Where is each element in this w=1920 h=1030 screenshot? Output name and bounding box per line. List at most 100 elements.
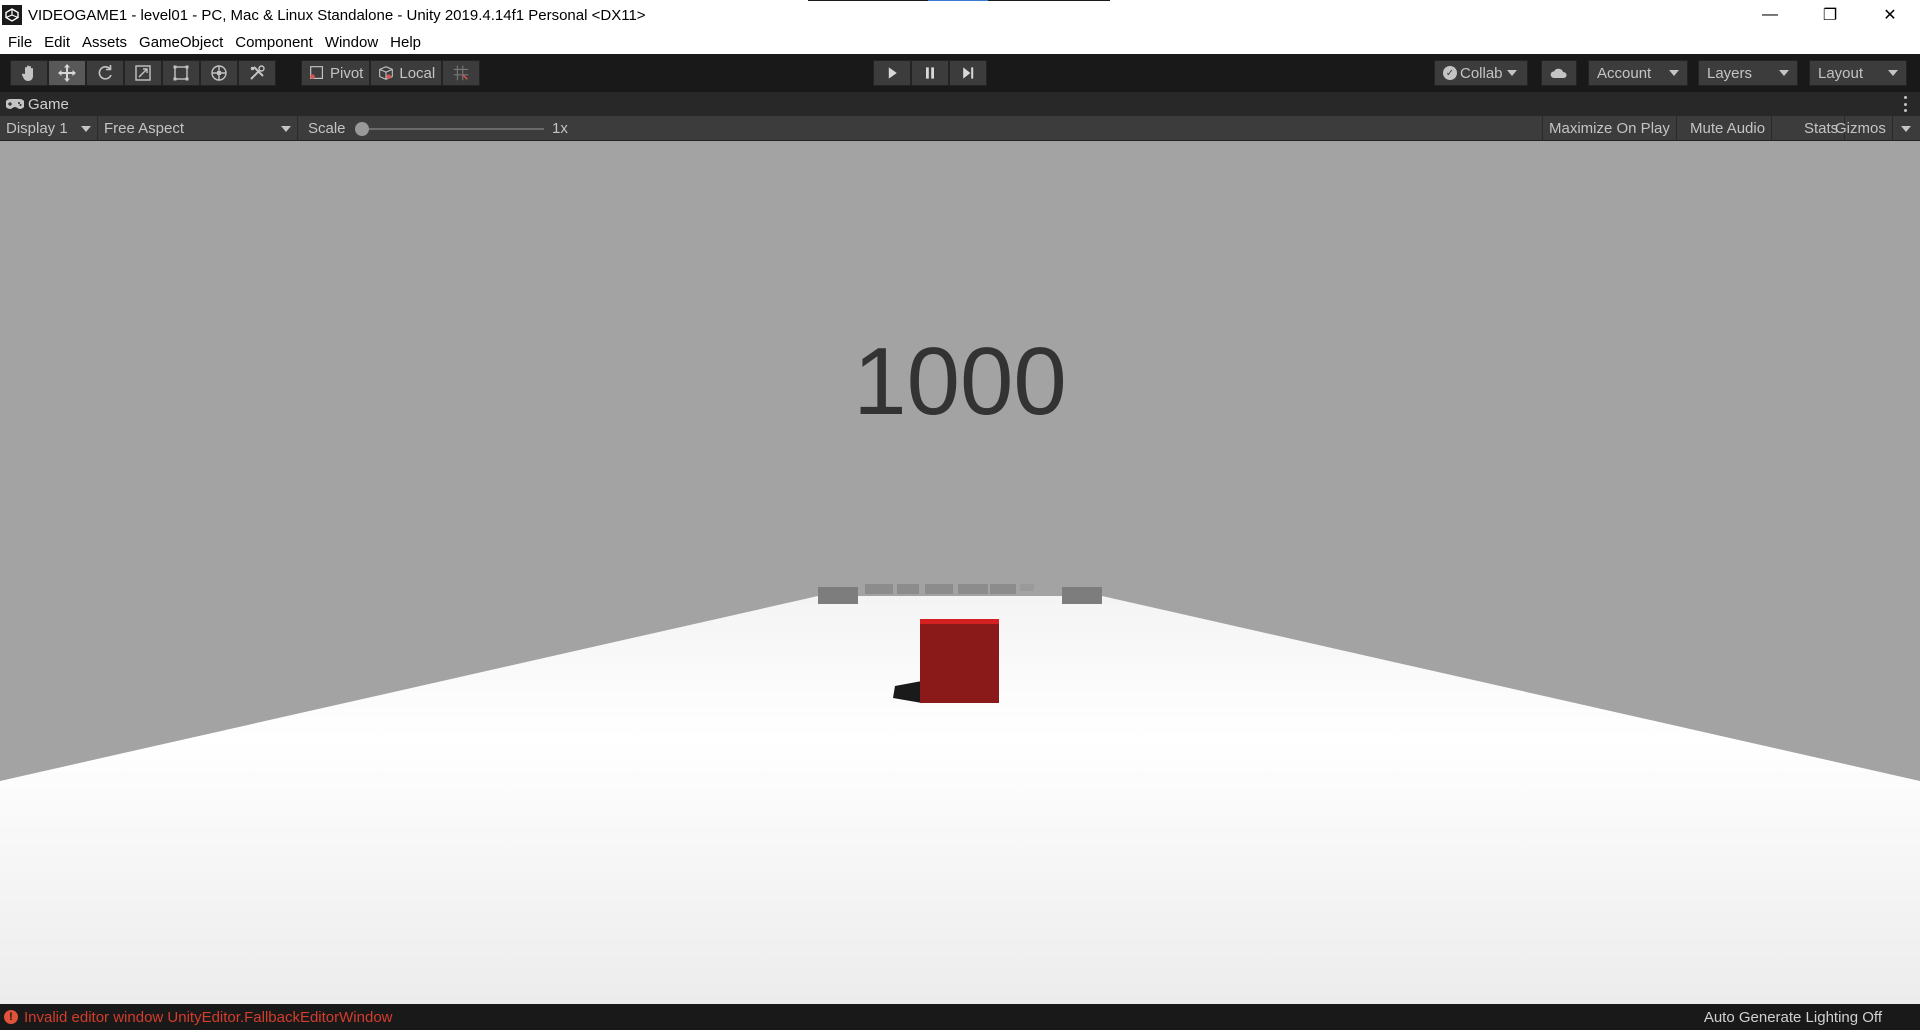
chevron-down-icon — [1669, 70, 1679, 76]
grid-snap-toggle[interactable] — [442, 60, 481, 86]
layout-label: Layout — [1818, 64, 1864, 82]
obstacle-far-1 — [865, 584, 893, 594]
pivot-label: Pivot — [330, 64, 364, 82]
restore-button[interactable]: ❐ — [1800, 0, 1860, 30]
layers-dropdown[interactable]: Layers — [1698, 60, 1798, 86]
player-cube — [920, 619, 999, 703]
chevron-down-icon — [1888, 70, 1898, 76]
step-icon — [963, 67, 974, 79]
aspect-label: Free Aspect — [104, 120, 185, 137]
gizmos-dropdown[interactable] — [1892, 116, 1920, 141]
aspect-dropdown[interactable]: Free Aspect — [98, 116, 298, 141]
scale-value: 1x — [552, 120, 568, 137]
game-tab-bar: Game — [0, 92, 1920, 116]
restore-icon: ❐ — [1822, 7, 1838, 24]
menu-window[interactable]: Window — [319, 34, 384, 51]
layout-dropdown[interactable]: Layout — [1809, 60, 1907, 86]
display-dropdown[interactable]: Display 1 — [0, 116, 98, 141]
menu-bar: File Edit Assets GameObject Component Wi… — [0, 30, 1920, 54]
rect-tool-button[interactable] — [162, 60, 200, 86]
scale-slider-track[interactable] — [360, 128, 544, 130]
gizmos-toggle[interactable]: Gizmos — [1829, 116, 1892, 141]
minimize-button[interactable]: — — [1740, 0, 1800, 30]
title-bar: VIDEOGAME1 - level01 - PC, Mac & Linux S… — [0, 0, 1920, 30]
title-progress-line — [808, 0, 1110, 1]
game-viewport[interactable]: 1000 — [0, 141, 1920, 1004]
move-tool-button[interactable] — [48, 60, 86, 86]
obstacle-far-3 — [925, 584, 953, 594]
unity-logo-icon — [2, 5, 22, 25]
account-dropdown[interactable]: Account — [1588, 60, 1688, 86]
score-text: 1000 — [853, 328, 1067, 435]
collab-check-icon: ✓ — [1443, 66, 1457, 80]
close-icon: ✕ — [1883, 7, 1897, 24]
scale-tool-icon — [135, 65, 151, 81]
lighting-status: Auto Generate Lighting Off — [1703, 1008, 1882, 1026]
pivot-icon — [310, 66, 323, 79]
window-title: VIDEOGAME1 - level01 - PC, Mac & Linux S… — [28, 6, 646, 24]
display-label: Display 1 — [6, 120, 68, 137]
chevron-down-icon — [1506, 70, 1517, 76]
game-scene — [0, 584, 1920, 1004]
transform-tool-button[interactable] — [200, 60, 238, 86]
scale-slider-thumb[interactable] — [355, 122, 369, 136]
obstacle-far-5 — [990, 584, 1016, 594]
account-label: Account — [1597, 64, 1652, 82]
cloud-icon — [1550, 68, 1567, 78]
cloud-button[interactable] — [1541, 60, 1577, 86]
collab-dropdown[interactable]: ✓ Collab — [1434, 60, 1528, 86]
scale-tool-button[interactable] — [124, 60, 162, 86]
close-button[interactable]: ✕ — [1860, 0, 1920, 30]
menu-gameobject[interactable]: GameObject — [133, 34, 229, 51]
chevron-down-icon — [281, 125, 291, 132]
pause-icon — [926, 67, 934, 79]
menu-edit[interactable]: Edit — [38, 34, 76, 51]
tab-game-label: Game — [28, 95, 69, 113]
minimize-icon: — — [1762, 6, 1778, 23]
menu-assets[interactable]: Assets — [76, 34, 133, 51]
rotate-tool-button[interactable] — [86, 60, 124, 86]
mute-audio-label: Mute Audio — [1690, 120, 1766, 137]
step-button[interactable] — [949, 60, 987, 86]
hand-tool-icon — [21, 65, 33, 81]
obstacle-far-6 — [1020, 584, 1034, 591]
rect-tool-icon — [173, 65, 189, 81]
maximize-on-play-label: Maximize On Play — [1549, 120, 1670, 137]
chevron-down-icon — [1779, 70, 1789, 76]
move-tool-icon — [58, 64, 76, 82]
play-button[interactable] — [873, 60, 911, 86]
playback-controls — [873, 60, 987, 86]
custom-tool-icon — [250, 65, 265, 80]
mute-audio-toggle[interactable]: Mute Audio — [1684, 116, 1773, 141]
menu-file[interactable]: File — [2, 34, 38, 51]
obstacle-left — [818, 587, 858, 604]
transform-tools — [10, 60, 276, 86]
layers-label: Layers — [1707, 64, 1753, 82]
rotate-tool-icon — [98, 65, 112, 80]
tab-game[interactable]: Game — [6, 92, 69, 116]
gamepad-icon — [6, 99, 24, 109]
chevron-down-icon — [81, 125, 91, 132]
kebab-menu-icon[interactable] — [1904, 96, 1908, 112]
pause-button[interactable] — [911, 60, 949, 86]
chevron-down-icon — [1901, 125, 1911, 132]
local-toggle[interactable]: Local — [370, 60, 443, 86]
main-toolbar: Pivot Local ✓ Collab Account Layers Layo… — [0, 54, 1920, 92]
obstacle-far-2 — [897, 584, 919, 594]
collab-label: Collab — [1460, 64, 1503, 82]
status-error-message[interactable]: Invalid editor window UnityEditor.Fallba… — [24, 1009, 393, 1026]
gizmos-label: Gizmos — [1835, 120, 1886, 137]
game-control-bar: Display 1 Free Aspect Scale 1x Maximize … — [0, 116, 1920, 141]
transform-tool-icon — [211, 65, 227, 81]
status-bar: ! Invalid editor window UnityEditor.Fall… — [0, 1004, 1920, 1030]
obstacle-far-4 — [958, 584, 988, 594]
hand-tool-button[interactable] — [10, 60, 48, 86]
menu-help[interactable]: Help — [384, 34, 427, 51]
local-label: Local — [399, 64, 436, 82]
custom-tool-button[interactable] — [238, 60, 276, 86]
maximize-on-play-toggle[interactable]: Maximize On Play — [1542, 116, 1677, 141]
pivot-toggle[interactable]: Pivot — [301, 60, 371, 86]
scale-label: Scale — [308, 120, 346, 137]
menu-component[interactable]: Component — [229, 34, 319, 51]
pivot-local-group: Pivot Local — [301, 60, 481, 86]
